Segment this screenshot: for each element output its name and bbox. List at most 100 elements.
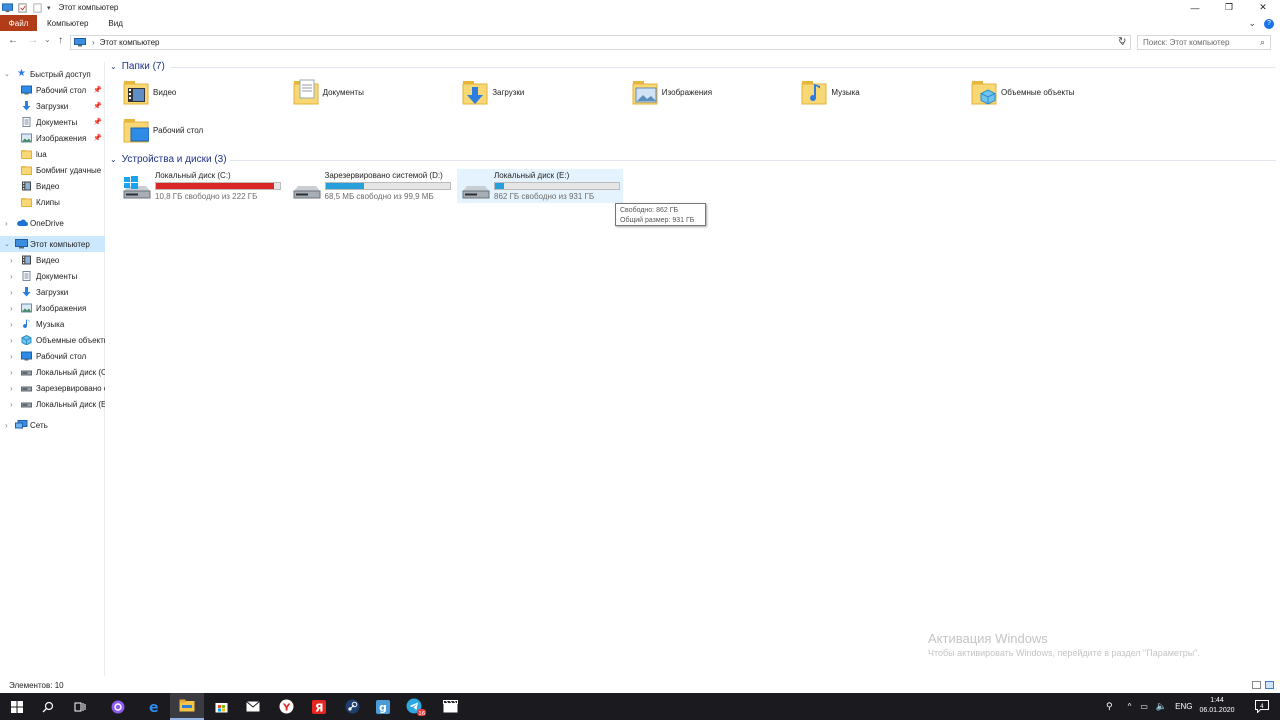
close-button[interactable]: ✕ xyxy=(1246,0,1280,15)
nav-quick-access-item[interactable]: Изображения 📌 xyxy=(0,130,105,146)
folder-item[interactable]: Изображения xyxy=(632,76,802,108)
language-indicator[interactable]: ENG xyxy=(1175,702,1192,711)
nav-this-pc-item[interactable]: › Локальный диск (E:) xyxy=(0,396,105,412)
people-icon[interactable]: ⚲ xyxy=(1106,701,1113,712)
store-button[interactable] xyxy=(204,693,238,720)
breadcrumb-separator-icon[interactable]: › xyxy=(92,38,95,47)
breadcrumb[interactable]: Этот компьютер xyxy=(100,38,160,47)
help-icon[interactable]: ? xyxy=(1264,18,1274,29)
expand-chevron-icon[interactable]: › xyxy=(10,384,13,393)
nav-network[interactable]: › Сеть xyxy=(0,417,105,433)
task-view-button[interactable] xyxy=(63,693,97,720)
pin-icon[interactable]: 📌 xyxy=(93,102,102,110)
nav-quick-access-item[interactable]: Бомбинг удачные xyxy=(0,162,105,178)
folder-item[interactable]: Рабочий стол xyxy=(123,114,293,146)
nav-this-pc-item[interactable]: › Изображения xyxy=(0,300,105,316)
nav-quick-access-item[interactable]: Видео xyxy=(0,178,105,194)
edge-button[interactable]: e xyxy=(138,693,172,720)
nav-this-pc-item[interactable]: › Загрузки xyxy=(0,284,105,300)
yandex-button[interactable]: Я xyxy=(302,693,336,720)
nav-label: Этот компьютер xyxy=(30,239,90,249)
expand-chevron-icon[interactable]: › xyxy=(10,320,13,329)
action-center-button[interactable]: 4 xyxy=(1248,693,1276,720)
mail-button[interactable] xyxy=(236,693,270,720)
expand-chevron-icon[interactable]: › xyxy=(10,336,13,345)
group-title: Устройства и диски (3) xyxy=(121,154,227,165)
gog-button[interactable]: g xyxy=(366,693,400,720)
search-button[interactable] xyxy=(31,693,65,720)
expand-chevron-icon[interactable]: › xyxy=(10,352,13,361)
folder-item[interactable]: Документы xyxy=(293,76,463,108)
collapse-chevron-icon[interactable]: ⌄ xyxy=(110,62,117,71)
drive-item[interactable]: Зарезервировано системой (D:) 68,5 МБ сво… xyxy=(288,169,454,203)
drives-group-header[interactable]: ⌄ Устройства и диски (3) xyxy=(110,154,227,165)
pin-icon[interactable]: 📌 xyxy=(93,118,102,126)
expand-chevron-icon[interactable]: › xyxy=(10,288,13,297)
expand-chevron-icon[interactable]: › xyxy=(10,400,13,409)
up-button[interactable]: ↑ xyxy=(58,35,63,46)
nav-this-pc-item[interactable]: › Объемные объекты xyxy=(0,332,105,348)
nav-this-pc-item[interactable]: › Документы xyxy=(0,268,105,284)
expand-chevron-icon[interactable]: › xyxy=(10,272,13,281)
nav-quick-access[interactable]: ⌄ ★ Быстрый доступ xyxy=(0,66,105,82)
nav-this-pc[interactable]: ⌄ Этот компьютер xyxy=(0,236,105,252)
maximize-button[interactable]: ❐ xyxy=(1212,0,1246,15)
collapse-chevron-icon[interactable]: ⌄ xyxy=(110,155,117,164)
steam-button[interactable] xyxy=(335,693,369,720)
folder-item[interactable]: Видео xyxy=(123,76,293,108)
details-view-icon[interactable] xyxy=(1252,681,1261,689)
expand-chevron-icon[interactable]: › xyxy=(10,304,13,313)
start-button[interactable] xyxy=(0,693,34,720)
nav-quick-access-item[interactable]: Рабочий стол 📌 xyxy=(0,82,105,98)
nav-this-pc-item[interactable]: › Локальный диск (C:) xyxy=(0,364,105,380)
refresh-button[interactable]: ↻ xyxy=(1118,36,1126,47)
search-icon[interactable]: ⌕ xyxy=(1260,37,1265,48)
nav-quick-access-item[interactable]: Клипы xyxy=(0,194,105,210)
clock[interactable]: 1:44 06.01.2020 xyxy=(1196,696,1238,716)
video-editor-button[interactable] xyxy=(433,693,467,720)
folder-item[interactable]: Загрузки xyxy=(462,76,632,108)
volume-icon[interactable]: 🔈 xyxy=(1156,701,1167,712)
properties-icon[interactable] xyxy=(17,2,28,13)
nav-onedrive[interactable]: › OneDrive xyxy=(0,215,105,231)
yandex-browser-button[interactable]: Y xyxy=(269,693,303,720)
expand-chevron-icon[interactable]: › xyxy=(10,256,13,265)
nav-quick-access-item[interactable]: lua xyxy=(0,146,105,162)
nav-this-pc-item[interactable]: › Рабочий стол xyxy=(0,348,105,364)
music-icon xyxy=(21,319,32,329)
new-folder-icon[interactable] xyxy=(32,2,43,13)
telegram-button[interactable]: 16 xyxy=(399,693,433,720)
recent-locations-chevron-icon[interactable]: ⌄ xyxy=(44,35,51,44)
nav-quick-access-item[interactable]: Загрузки 📌 xyxy=(0,98,105,114)
tab-computer[interactable]: Компьютер xyxy=(37,19,98,28)
back-button[interactable]: ← xyxy=(8,35,18,46)
file-explorer-button[interactable] xyxy=(170,693,204,720)
nav-this-pc-item[interactable]: › Видео xyxy=(0,252,105,268)
drive-item[interactable]: Локальный диск (C:) 10,8 ГБ свободно из 2… xyxy=(118,169,284,203)
search-input[interactable]: Поиск: Этот компьютер ⌕ xyxy=(1137,35,1271,50)
nav-this-pc-item[interactable]: › Зарезервировано системой (D:) xyxy=(0,380,105,396)
forward-button[interactable]: → xyxy=(28,35,38,46)
this-pc-icon[interactable] xyxy=(2,2,13,13)
address-bar[interactable]: › Этот компьютер ⌄ xyxy=(70,35,1131,50)
folder-item[interactable]: Объемные объекты xyxy=(971,76,1141,108)
desktop-folder-icon xyxy=(123,116,150,144)
customize-qa-chevron-icon[interactable]: ▾ xyxy=(47,4,51,12)
tray-expand-chevron-icon[interactable]: ^ xyxy=(1128,702,1132,711)
nav-label: Быстрый доступ xyxy=(30,69,91,79)
drive-item[interactable]: Локальный диск (E:) 862 ГБ свободно из 93… xyxy=(457,169,623,203)
minimize-button[interactable]: — xyxy=(1178,0,1212,15)
nav-this-pc-item[interactable]: › Музыка xyxy=(0,316,105,332)
pin-icon[interactable]: 📌 xyxy=(93,86,102,94)
large-icons-view-icon[interactable] xyxy=(1265,681,1274,689)
tab-file[interactable]: Файл xyxy=(0,15,37,31)
tab-view[interactable]: Вид xyxy=(98,19,132,28)
pin-icon[interactable]: 📌 xyxy=(93,134,102,142)
network-tray-icon[interactable]: ▭ xyxy=(1140,702,1148,711)
nav-quick-access-item[interactable]: Документы 📌 xyxy=(0,114,105,130)
folders-group-header[interactable]: ⌄ Папки (7) xyxy=(110,61,165,72)
folder-item[interactable]: Музыка xyxy=(801,76,971,108)
cortana-button[interactable] xyxy=(101,693,135,720)
expand-ribbon-chevron-icon[interactable]: ⌄ xyxy=(1248,18,1256,29)
expand-chevron-icon[interactable]: › xyxy=(10,368,13,377)
